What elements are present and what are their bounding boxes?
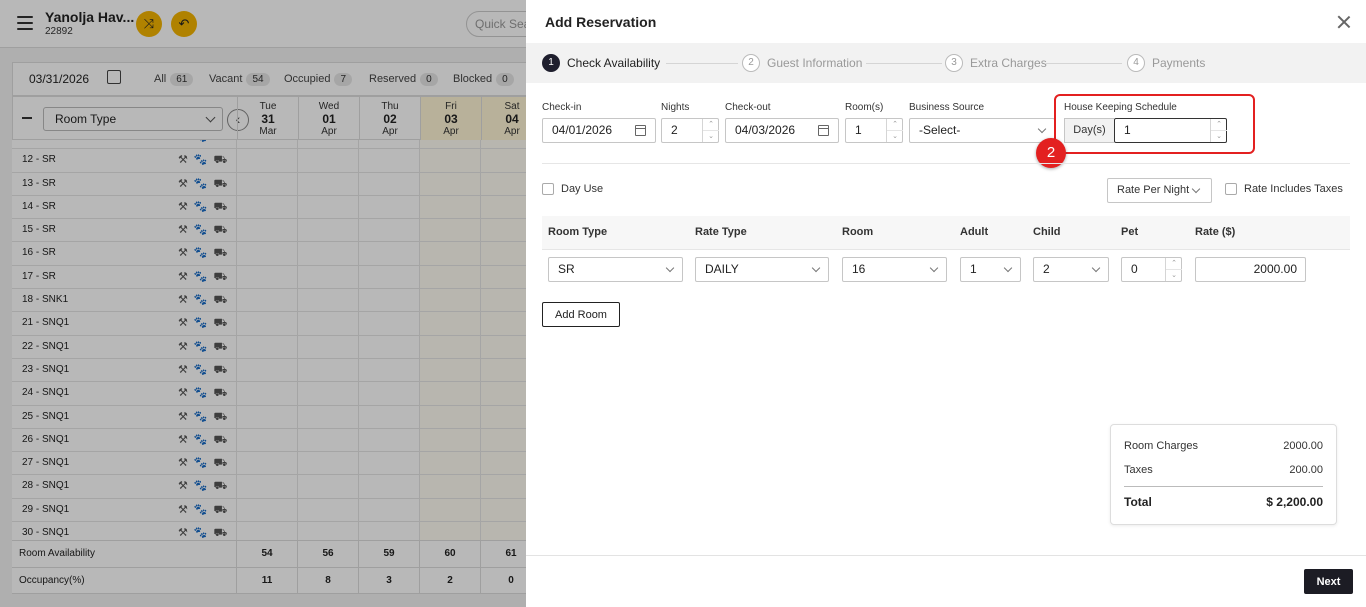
rate-type-select[interactable]: DAILY (695, 257, 829, 282)
housekeeping-label: House Keeping Schedule (1064, 102, 1177, 113)
total-value: $ 2,200.00 (1266, 495, 1323, 509)
increment-icon[interactable]: ⌃ (887, 119, 903, 131)
taxes-value: 200.00 (1289, 464, 1323, 476)
chevron-down-icon (1191, 184, 1201, 194)
step-check-availability[interactable]: 1 Check Availability (542, 54, 660, 72)
chevron-down-icon (665, 263, 675, 273)
summary-divider (1124, 486, 1323, 487)
chevron-down-icon (1091, 263, 1101, 273)
calendar-icon[interactable] (635, 125, 646, 136)
close-icon[interactable] (1337, 15, 1351, 29)
decrement-icon[interactable]: ⌄ (703, 131, 719, 143)
child-select[interactable]: 2 (1033, 257, 1109, 282)
step-extra-charges[interactable]: 3 Extra Charges (945, 54, 1047, 72)
col-rate: Rate ($) (1195, 226, 1236, 238)
rate-includes-taxes-label: Rate Includes Taxes (1244, 183, 1343, 195)
rooms-label: Room(s) (845, 102, 884, 113)
decrement-icon[interactable]: ⌄ (887, 131, 903, 143)
col-room-type: Room Type (548, 226, 608, 238)
chevron-down-icon (1037, 124, 1047, 134)
checkin-label: Check-in (542, 102, 582, 113)
room-charges-label: Room Charges (1124, 440, 1198, 452)
nights-label: Nights (661, 102, 690, 113)
decrement-icon[interactable]: ⌄ (1166, 270, 1182, 282)
rate-mode-select[interactable]: Rate Per Night (1107, 178, 1212, 203)
rate-input[interactable]: 2000.00 (1195, 257, 1306, 282)
footer-divider (526, 555, 1366, 556)
chevron-down-icon (811, 263, 821, 273)
decrement-icon[interactable]: ⌄ (1211, 131, 1227, 143)
nights-stepper[interactable]: 2 ⌃ ⌄ (661, 118, 719, 143)
col-pet: Pet (1121, 226, 1139, 238)
step-payments[interactable]: 4 Payments (1127, 54, 1205, 72)
checkin-date-input[interactable]: 04/01/2026 (542, 118, 656, 143)
room-table-header: Room Type Rate Type Room Adult Child Pet… (542, 216, 1350, 250)
rooms-stepper[interactable]: 1 ⌃ ⌄ (845, 118, 903, 143)
step-connector (866, 63, 942, 64)
day-use-label: Day Use (561, 183, 604, 195)
housekeeping-unit: Day(s) (1064, 118, 1114, 143)
step-guest-information[interactable]: 2 Guest Information (742, 54, 862, 72)
checkout-date-input[interactable]: 04/03/2026 (725, 118, 839, 143)
room-charges-value: 2000.00 (1283, 440, 1323, 452)
step-connector (1046, 63, 1122, 64)
col-child: Child (1033, 226, 1061, 238)
increment-icon[interactable]: ⌃ (703, 119, 719, 131)
adult-select[interactable]: 1 (960, 257, 1021, 282)
chevron-down-icon (929, 263, 939, 273)
business-source-label: Business Source (909, 102, 985, 113)
calendar-icon[interactable] (818, 125, 829, 136)
col-room: Room (842, 226, 874, 238)
checkout-label: Check-out (725, 102, 771, 113)
reservation-stepper: 1 Check Availability 2 Guest Information… (526, 43, 1366, 83)
increment-icon[interactable]: ⌃ (1166, 258, 1182, 270)
business-source-select[interactable]: -Select- (909, 118, 1055, 143)
room-type-select[interactable]: SR (548, 257, 683, 282)
charges-summary: Room Charges 2000.00 Taxes 200.00 Total … (1110, 424, 1337, 525)
col-adult: Adult (960, 226, 989, 238)
rate-includes-taxes-checkbox[interactable] (1225, 183, 1237, 195)
chevron-down-icon (1003, 263, 1013, 273)
add-room-button[interactable]: Add Room (542, 302, 620, 327)
modal-backdrop[interactable] (0, 0, 526, 607)
pet-stepper[interactable]: 0 ⌃ ⌄ (1121, 257, 1182, 282)
col-rate-type: Rate Type (695, 226, 747, 238)
section-divider (542, 163, 1350, 164)
taxes-label: Taxes (1124, 464, 1153, 476)
next-button[interactable]: Next (1304, 569, 1353, 594)
day-use-checkbox[interactable] (542, 183, 554, 195)
step-connector (666, 63, 738, 64)
housekeeping-days-stepper[interactable]: 1 ⌃ ⌄ (1114, 118, 1227, 143)
increment-icon[interactable]: ⌃ (1211, 119, 1227, 131)
add-reservation-modal: Add Reservation 1 Check Availability 2 G… (526, 0, 1366, 607)
total-label: Total (1124, 495, 1152, 509)
room-select[interactable]: 16 (842, 257, 947, 282)
modal-title: Add Reservation (545, 14, 657, 30)
